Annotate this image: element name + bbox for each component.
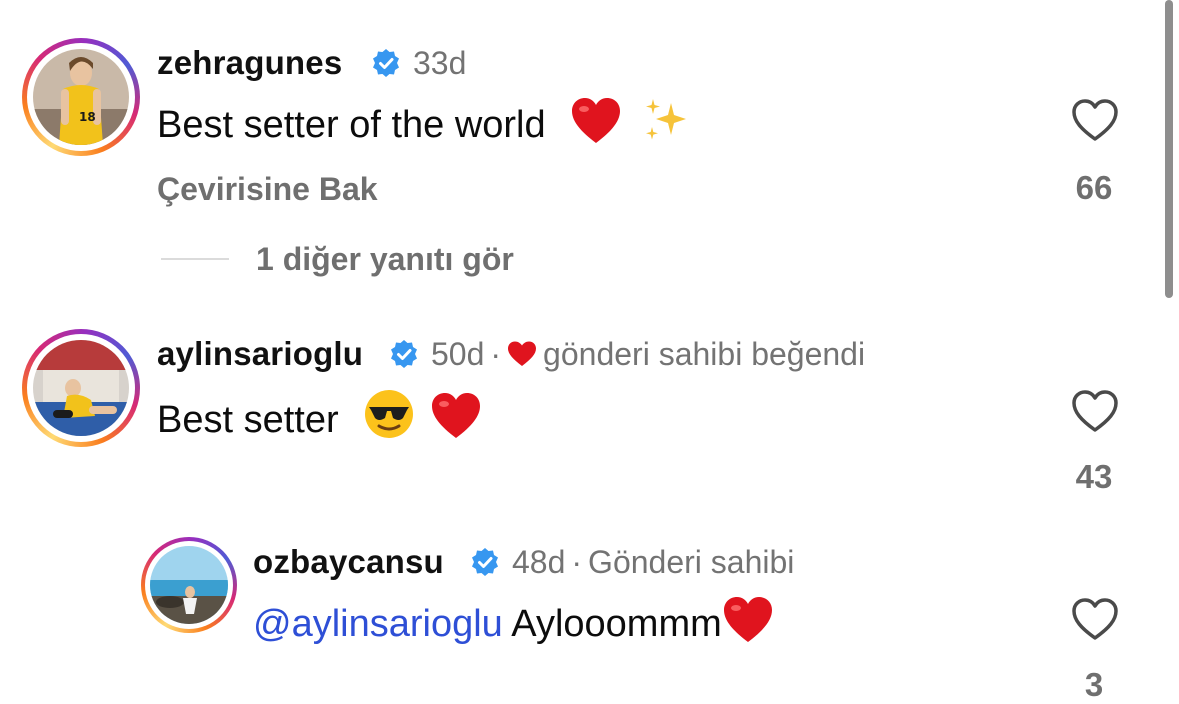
like-heart-icon[interactable] bbox=[1071, 98, 1119, 142]
liked-heart-icon bbox=[508, 341, 537, 366]
comment-age: 50d bbox=[431, 336, 485, 372]
username[interactable]: aylinsarioglu bbox=[157, 335, 363, 373]
see-translation-link[interactable]: Çevirisine Bak bbox=[157, 171, 378, 208]
avatar[interactable] bbox=[22, 329, 140, 447]
comment-meta: 48d · Gönderi sahibi bbox=[512, 544, 794, 581]
verified-badge-icon bbox=[391, 340, 417, 368]
like-heart-icon[interactable] bbox=[1071, 597, 1119, 641]
meta-separator: · bbox=[571, 544, 583, 580]
username[interactable]: ozbaycansu bbox=[253, 543, 444, 581]
comment-age: 33d bbox=[413, 45, 467, 81]
reply-item: ozbaycansu 48d · Gönderi sahibi @aylinsari… bbox=[0, 520, 1179, 703]
scrollbar[interactable] bbox=[1165, 0, 1173, 298]
username[interactable]: zehragunes bbox=[157, 44, 342, 82]
comment-item: 18 zehragunes 33d Best setter of the wor… bbox=[0, 0, 1179, 300]
heart-emoji bbox=[723, 597, 772, 642]
comment-text: @aylinsarioglu Aylooommm bbox=[253, 596, 774, 646]
like-count: 43 bbox=[1075, 458, 1113, 495]
avatar-photo: 18 bbox=[33, 49, 129, 145]
sparkles-emoji bbox=[645, 99, 686, 140]
comment-text: Best setter bbox=[157, 388, 482, 442]
replies-divider bbox=[161, 258, 229, 260]
mention-link[interactable]: @aylinsarioglu bbox=[253, 603, 503, 645]
like-count: 3 bbox=[1084, 666, 1104, 703]
heart-emoji bbox=[431, 393, 480, 438]
comment-body: Best setter bbox=[157, 399, 339, 441]
comment-item: aylinsarioglu 50d · gönderi sahibi beğend… bbox=[0, 300, 1179, 520]
comment-meta: 50d · gönderi sahibi beğendi bbox=[431, 336, 865, 373]
avatar-photo bbox=[150, 546, 228, 624]
view-replies-button[interactable]: 1 diğer yanıtı gör bbox=[256, 241, 514, 278]
sunglasses-emoji bbox=[365, 390, 414, 438]
comment-age: 48d bbox=[512, 544, 566, 580]
svg-text:18: 18 bbox=[79, 110, 96, 124]
author-badge: Gönderi sahibi bbox=[588, 544, 795, 580]
avatar[interactable] bbox=[141, 537, 237, 633]
meta-separator: · bbox=[490, 336, 502, 372]
avatar[interactable]: 18 bbox=[22, 38, 140, 156]
liked-by-author-label: gönderi sahibi beğendi bbox=[543, 336, 866, 372]
like-heart-icon[interactable] bbox=[1071, 389, 1119, 433]
verified-badge-icon bbox=[373, 49, 399, 77]
comment-body: Aylooommm bbox=[511, 603, 722, 645]
like-count: 66 bbox=[1075, 169, 1113, 206]
comment-text: Best setter of the world bbox=[157, 97, 691, 147]
comment-body: Best setter of the world bbox=[157, 104, 546, 146]
heart-emoji bbox=[572, 98, 621, 143]
avatar-photo bbox=[33, 340, 129, 436]
verified-badge-icon bbox=[472, 548, 498, 576]
